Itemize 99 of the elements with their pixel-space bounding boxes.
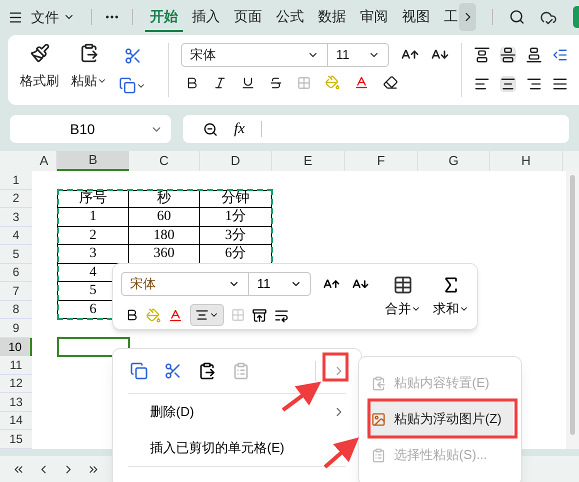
file-menu[interactable]: 文件: [27, 6, 79, 28]
row-header[interactable]: 9: [0, 319, 32, 338]
fill-color-icon[interactable]: [325, 75, 340, 90]
sum-button[interactable]: 求和: [433, 274, 469, 318]
ribbon-tab[interactable]: 公式: [271, 2, 309, 32]
highlight-box: [322, 352, 348, 382]
font-color-icon[interactable]: [168, 308, 183, 322]
row-header[interactable]: 6: [0, 264, 32, 282]
row-header[interactable]: 7: [0, 282, 32, 300]
column-header[interactable]: G: [418, 151, 490, 171]
row-header[interactable]: 11: [0, 356, 32, 374]
bold-icon[interactable]: [125, 308, 139, 322]
row-header[interactable]: 2: [0, 190, 32, 208]
clipboard-icon: [371, 376, 386, 390]
image-icon: [371, 412, 386, 426]
cut-icon[interactable]: [124, 47, 142, 65]
clipboard-list-icon: [371, 448, 386, 462]
table-cell-text: 1: [90, 208, 96, 226]
column-header[interactable]: B: [57, 151, 129, 171]
menu-icon[interactable]: [8, 10, 23, 24]
strikethrough-icon[interactable]: [269, 76, 283, 90]
zoom-icon[interactable]: [203, 122, 218, 136]
menu-item[interactable]: 删除(D): [128, 394, 346, 430]
bold-icon[interactable]: [185, 76, 199, 90]
annotation-arrow: [324, 437, 360, 468]
ribbon-tab[interactable]: 数据: [313, 2, 351, 32]
share-button-edge[interactable]: [573, 6, 579, 28]
table-cell-text: 180: [154, 226, 174, 245]
scroll-right-button[interactable]: [459, 3, 476, 31]
format-icon[interactable]: [252, 308, 267, 322]
wrap-text-icon[interactable]: [274, 308, 289, 322]
menu-item[interactable]: 插入已剪切的单元格(E): [128, 430, 346, 466]
name-box[interactable]: B10: [10, 115, 171, 143]
table-cell-text: 6: [90, 300, 96, 319]
align-bottom-icon[interactable]: [526, 47, 542, 63]
align-middle-icon[interactable]: [500, 47, 516, 63]
row-header[interactable]: 10: [0, 338, 32, 356]
fx-label: fx: [234, 120, 245, 139]
indent-icon[interactable]: [552, 47, 568, 63]
table-cell-text: 3分: [225, 226, 246, 245]
ribbon-tab[interactable]: 页面: [229, 2, 267, 32]
row-header[interactable]: 13: [0, 393, 32, 412]
align-left-icon[interactable]: [474, 76, 490, 92]
align-top-icon[interactable]: [474, 47, 490, 63]
table-cell-text: 1分: [225, 208, 246, 226]
paste-icon[interactable]: [198, 362, 216, 380]
copy-icon[interactable]: [119, 77, 136, 94]
table-cell-text: 4: [90, 264, 96, 282]
ribbon-tab[interactable]: 插入: [187, 2, 225, 32]
column-header[interactable]: E: [272, 151, 345, 171]
italic-icon[interactable]: [213, 76, 227, 90]
submenu-item[interactable]: 粘贴为浮动图片(Z): [367, 401, 513, 437]
align-center-icon[interactable]: [500, 76, 516, 92]
column-header[interactable]: C: [129, 151, 200, 171]
justify-icon[interactable]: [552, 76, 568, 92]
copy-icon[interactable]: [130, 362, 148, 380]
underline-icon[interactable]: [241, 76, 255, 90]
table-cell-text: 60: [157, 208, 171, 226]
cut-icon[interactable]: [164, 362, 182, 380]
column-header[interactable]: H: [490, 151, 563, 171]
align-right-icon[interactable]: [526, 76, 542, 92]
align-center-icon: [195, 308, 209, 322]
align-button[interactable]: [190, 304, 224, 326]
annotation-arrow: [282, 382, 322, 412]
ribbon-tab[interactable]: 开始: [145, 2, 183, 32]
ribbon-tab[interactable]: 工: [439, 2, 463, 32]
fill-color-icon[interactable]: [146, 308, 161, 322]
table-cell-text: 3: [90, 245, 96, 264]
row-header[interactable]: 5: [0, 245, 32, 264]
table-cell-text: 5: [90, 282, 96, 300]
vertical-scrollbar[interactable]: [566, 171, 579, 448]
ribbon-tab[interactable]: 审阅: [355, 2, 393, 32]
paintbrush-icon: [30, 43, 50, 63]
table-cell-text: 序号: [79, 190, 107, 208]
table-cell-text: 秒: [157, 190, 171, 208]
row-header[interactable]: 1: [0, 171, 32, 190]
column-header[interactable]: D: [200, 151, 272, 171]
formula-input[interactable]: fx: [183, 115, 569, 143]
search-icon[interactable]: [509, 9, 525, 25]
row-header[interactable]: 12: [0, 374, 32, 393]
table-cell-text: 分钟: [222, 190, 250, 208]
row-header[interactable]: 15: [0, 430, 32, 448]
paste-special-icon: [232, 362, 250, 380]
table-icon: [393, 274, 413, 295]
font-color-icon[interactable]: [354, 75, 369, 90]
format-painter-button[interactable]: 格式刷: [20, 43, 59, 90]
ribbon-tab[interactable]: 视图: [397, 2, 435, 32]
merge-button[interactable]: 合并: [385, 274, 421, 318]
column-header[interactable]: F: [345, 151, 418, 171]
table-cell-text: 360: [154, 245, 174, 264]
table-cell-text: 6分: [225, 244, 246, 264]
paste-button[interactable]: 粘贴: [71, 43, 107, 90]
table-cell-text: 2: [90, 226, 96, 245]
row-header[interactable]: 4: [0, 226, 32, 245]
row-header[interactable]: 3: [0, 208, 32, 226]
clipboard-icon: [79, 43, 99, 63]
row-header[interactable]: 8: [0, 300, 32, 319]
row-header[interactable]: 14: [0, 412, 32, 430]
eraser-icon[interactable]: [383, 75, 398, 90]
